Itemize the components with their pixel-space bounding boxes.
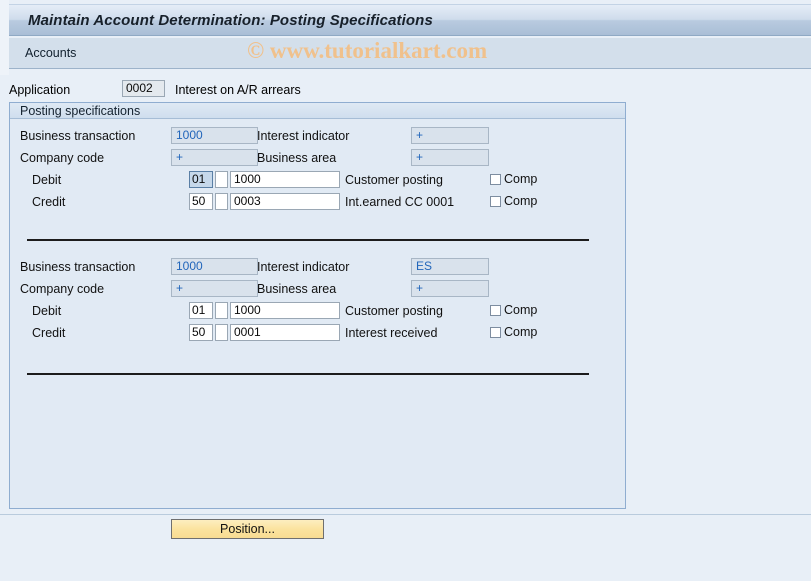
debit-account-input[interactable]: 1000 [230,302,340,319]
groupbox-title: Posting specifications [20,104,141,118]
business-transaction-input[interactable]: 1000 [171,127,258,144]
company-code-label: Company code [20,151,105,165]
interest-indicator-label: Interest indicator [257,260,350,274]
interest-indicator-input[interactable]: + [411,127,489,144]
application-label: Application [9,83,71,97]
toolbar: Accounts [9,38,811,69]
credit-account-description: Int.earned CC 0001 [345,195,455,209]
debit-posting-key-input[interactable]: 01 [189,171,213,188]
company-code-input[interactable]: + [171,280,258,297]
application-row: Application 0002 Interest on A/R arrears [0,80,811,100]
credit-posting-key-input[interactable]: 50 [189,193,213,210]
business-area-label: Business area [257,151,337,165]
checkbox-label: Comp [504,303,538,317]
checkbox-box[interactable] [490,305,501,316]
credit-account-description: Interest received [345,326,438,340]
credit-posting-key-input[interactable]: 50 [189,324,213,341]
debit-account-description: Customer posting [345,304,443,318]
checkbox-label: Comp [504,194,538,208]
business-area-input[interactable]: + [411,149,489,166]
block-separator [27,239,589,241]
interest-indicator-input[interactable]: ES [411,258,489,275]
application-input[interactable]: 0002 [122,80,165,97]
business-transaction-label: Business transaction [20,260,136,274]
groupbox-header: Posting specifications [10,103,625,119]
business-area-label: Business area [257,282,337,296]
credit-special-gl-input[interactable] [215,193,228,210]
credit-special-gl-input[interactable] [215,324,228,341]
application-description: Interest on A/R arrears [175,83,301,97]
credit-label: Credit [32,195,66,209]
debit-label: Debit [32,173,62,187]
checkbox-box[interactable] [490,174,501,185]
company-code-input[interactable]: + [171,149,258,166]
business-area-input[interactable]: + [411,280,489,297]
debit-account-description: Customer posting [345,173,443,187]
left-gutter-strip [0,0,9,75]
debit-label: Debit [32,304,62,318]
checkbox-label: Comp [504,325,538,339]
debit-special-gl-input[interactable] [215,171,228,188]
debit-special-gl-input[interactable] [215,302,228,319]
debit-account-input[interactable]: 1000 [230,171,340,188]
block-separator [27,373,589,375]
business-transaction-input[interactable]: 1000 [171,258,258,275]
company-code-label: Company code [20,282,105,296]
debit-posting-key-input[interactable]: 01 [189,302,213,319]
credit-account-input[interactable]: 0001 [230,324,340,341]
credit-account-input[interactable]: 0003 [230,193,340,210]
interest-indicator-label: Interest indicator [257,129,350,143]
checkbox-label: Comp [504,172,538,186]
credit-label: Credit [32,326,66,340]
posting-specifications-groupbox: Posting specifications Business transact… [9,102,626,509]
footer-divider [0,514,811,515]
toolbar-item-accounts[interactable]: Accounts [25,46,76,60]
window-title-bar: Maintain Account Determination: Posting … [9,4,811,36]
checkbox-box[interactable] [490,196,501,207]
checkbox-box[interactable] [490,327,501,338]
position-button[interactable]: Position... [171,519,324,539]
page-title: Maintain Account Determination: Posting … [28,12,433,29]
business-transaction-label: Business transaction [20,129,136,143]
